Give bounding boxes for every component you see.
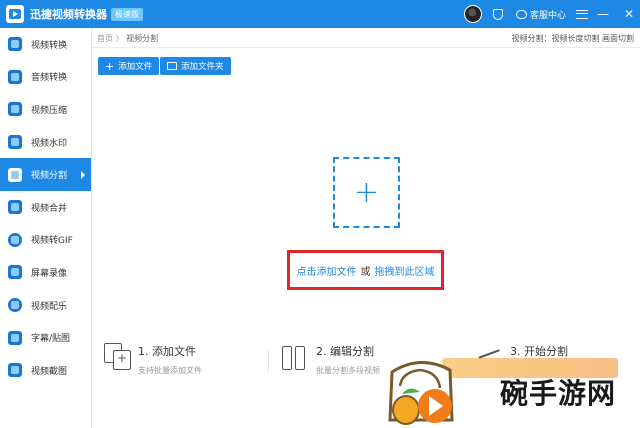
add-folder-label: 添加文件夹 xyxy=(181,62,224,72)
step-desc: 支持批量添加文件 xyxy=(138,366,202,375)
sidebar-item-screen-record[interactable]: 屏幕录像 xyxy=(0,256,91,289)
step-divider xyxy=(268,351,269,371)
sidebar-item-label: 视频配乐 xyxy=(31,301,68,312)
breadcrumb-current: 视频分割 xyxy=(126,34,159,43)
breadcrumb-home[interactable]: 首页 xyxy=(97,34,113,43)
app-logo-icon xyxy=(6,5,24,23)
step-desc: 批量分割多段视频 xyxy=(316,366,380,375)
chat-icon xyxy=(515,9,527,19)
video-watermark-icon xyxy=(8,135,22,150)
header-divider xyxy=(92,47,640,48)
sidebar-item-label: 视频分割 xyxy=(31,171,68,182)
sidebar-item-label: 视频合并 xyxy=(31,203,68,214)
plus-icon: + xyxy=(105,59,115,73)
file-dropzone[interactable]: + xyxy=(333,157,400,228)
site-watermark: 碗手游网 xyxy=(380,350,640,428)
or-text: 或 xyxy=(360,266,371,278)
step-title: 2. 编辑分割 xyxy=(316,345,374,358)
customer-service-label: 客服中心 xyxy=(529,10,566,21)
folder-icon xyxy=(167,62,177,70)
sidebar-item-video-split[interactable]: 视频分割 xyxy=(0,158,91,191)
add-plus-icon: + xyxy=(353,174,380,210)
audio-convert-icon xyxy=(8,69,22,84)
sidebar-item-video-music[interactable]: 视频配乐 xyxy=(0,289,91,322)
edition-badge: 极速版 xyxy=(111,7,143,21)
watermark-text: 碗手游网 xyxy=(500,377,617,410)
sidebar-item-video-convert[interactable]: 视频转换 xyxy=(0,28,91,61)
sidebar-item-label: 音频转换 xyxy=(31,73,68,84)
click-add-file-link[interactable]: 点击添加文件 xyxy=(297,263,357,278)
chevron-right-icon xyxy=(81,170,85,179)
step-edit-split: 2. 编辑分割 批量分割多段视频 xyxy=(282,343,380,376)
video-merge-icon xyxy=(8,200,22,215)
add-file-button[interactable]: + 添加文件 xyxy=(98,57,160,75)
close-button[interactable]: ✕ xyxy=(618,7,640,21)
sidebar-item-video-merge[interactable]: 视频合并 xyxy=(0,191,91,224)
sidebar-item-video-gif[interactable]: 视频转GIF xyxy=(0,224,91,257)
video-split-icon xyxy=(8,167,22,182)
sidebar-item-label: 视频转GIF xyxy=(31,236,73,247)
sidebar-item-label: 视频截图 xyxy=(31,366,68,377)
add-file-icon xyxy=(104,343,131,370)
breadcrumb-separator: 〉 xyxy=(115,34,124,43)
screen-record-icon xyxy=(8,265,22,280)
sidebar-item-video-watermark[interactable]: 视频水印 xyxy=(0,126,91,159)
title-bar: 迅捷视频转换器 极速版 客服中心 — ✕ xyxy=(0,0,640,28)
sidebar-item-label: 屏幕录像 xyxy=(31,268,68,279)
video-screenshot-icon xyxy=(8,363,22,378)
sidebar-item-video-screenshot[interactable]: 视频截图 xyxy=(0,354,91,387)
customer-service-button[interactable]: 客服中心 xyxy=(515,8,566,21)
sidebar-item-label: 字幕/贴图 xyxy=(31,334,71,345)
step-add-file: 1. 添加文件 支持批量添加文件 xyxy=(104,343,202,376)
watermark-logo-icon xyxy=(388,360,454,425)
split-icon xyxy=(282,343,308,370)
minimize-button[interactable]: — xyxy=(592,7,614,21)
step-title: 1. 添加文件 xyxy=(138,345,196,358)
sidebar-item-label: 视频转换 xyxy=(31,40,68,51)
sidebar-item-label: 视频水印 xyxy=(31,138,68,149)
video-compress-icon xyxy=(8,102,22,117)
shield-icon[interactable] xyxy=(488,4,508,24)
dropzone-prompt: 点击添加文件 或 拖拽到此区域 xyxy=(287,250,444,290)
avatar[interactable] xyxy=(463,5,482,23)
app-title: 迅捷视频转换器 xyxy=(30,8,107,21)
drag-here-text: 拖拽到此区域 xyxy=(374,266,435,278)
video-gif-icon xyxy=(8,232,22,247)
menu-icon[interactable] xyxy=(576,9,588,19)
add-folder-button[interactable]: 添加文件夹 xyxy=(160,57,231,75)
sidebar-item-label: 视频压缩 xyxy=(31,105,68,116)
subtitle-sticker-icon xyxy=(8,330,22,345)
sidebar-item-subtitle-sticker[interactable]: 字幕/贴图 xyxy=(0,321,91,354)
video-convert-icon xyxy=(8,37,22,52)
video-music-icon xyxy=(8,298,22,313)
breadcrumb: 首页 〉 视频分割 xyxy=(97,33,158,44)
add-file-label: 添加文件 xyxy=(118,62,153,72)
sidebar: 视频转换 音频转换 视频压缩 视频水印 视频分割 视频合并 视频转GIF 屏幕录… xyxy=(0,28,92,428)
sidebar-item-audio-convert[interactable]: 音频转换 xyxy=(0,61,91,94)
sidebar-item-video-compress[interactable]: 视频压缩 xyxy=(0,93,91,126)
feature-note: 视频分割：视频长度切割 画面切割 xyxy=(511,34,634,43)
